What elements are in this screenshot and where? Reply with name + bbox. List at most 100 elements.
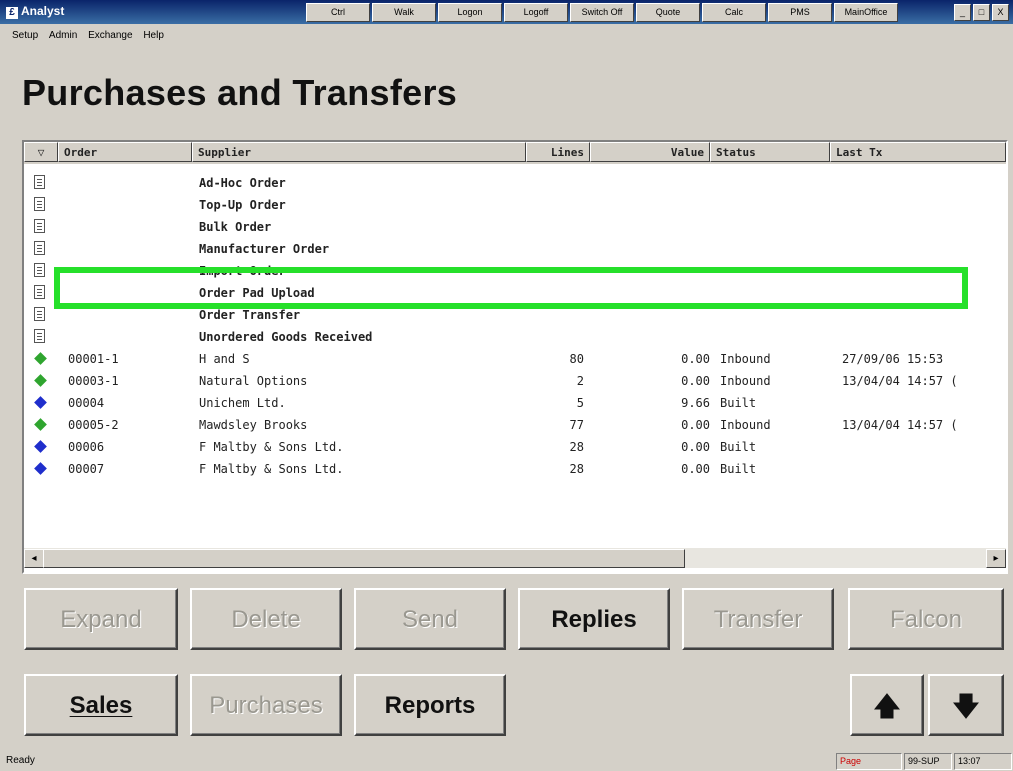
table-row[interactable]: 00007 F Maltby & Sons Ltd. 28 0.00 Built	[24, 458, 1006, 480]
restore-button[interactable]: □	[973, 4, 990, 21]
table-row[interactable]: 00006 F Maltby & Sons Ltd. 28 0.00 Built	[24, 436, 1006, 458]
menu-admin[interactable]: Admin	[49, 26, 77, 46]
quote-button[interactable]: Quote	[636, 3, 700, 22]
menu-help[interactable]: Help	[143, 26, 164, 46]
lines-cell: 28	[569, 440, 584, 454]
switch-off-button[interactable]: Switch Off	[570, 3, 634, 22]
header-order[interactable]: Order	[58, 142, 192, 162]
table-row[interactable]: 00004 Unichem Ltd. 5 9.66 Built	[24, 392, 1006, 414]
value-cell: 0.00	[681, 352, 710, 366]
delete-button[interactable]: Delete	[190, 588, 342, 650]
status-cell: Inbound	[720, 374, 771, 388]
header-status[interactable]: Status	[710, 142, 830, 162]
table-row[interactable]: 00005-2 Mawdsley Brooks 77 0.00 Inbound …	[24, 414, 1006, 436]
table-row[interactable]: 00003-1 Natural Options 2 0.00 Inbound 1…	[24, 370, 1006, 392]
value-cell: 0.00	[681, 462, 710, 476]
window-controls: _ □ X	[952, 4, 1009, 21]
page-title: Purchases and Transfers	[22, 72, 458, 113]
header-value[interactable]: Value	[590, 142, 710, 162]
status-cell: Inbound	[720, 418, 771, 432]
value-cell: 0.00	[681, 418, 710, 432]
supplier-cell: Bulk Order	[199, 220, 272, 234]
header-supplier[interactable]: Supplier	[192, 142, 526, 162]
value-cell: 0.00	[681, 440, 710, 454]
close-button[interactable]: X	[992, 4, 1009, 21]
table-row[interactable]: Ad-Hoc Order	[24, 172, 1006, 194]
mainoffice-button[interactable]: MainOffice	[834, 3, 898, 22]
supplier-cell: H and S	[199, 352, 250, 366]
expand-button[interactable]: Expand	[24, 588, 178, 650]
down-arrow-button[interactable]: 🡇	[928, 674, 1004, 736]
purchases-button[interactable]: Purchases	[190, 674, 342, 736]
scroll-right-button[interactable]: ▸	[986, 549, 1006, 568]
lines-cell: 28	[569, 462, 584, 476]
menu-setup[interactable]: Setup	[12, 26, 38, 46]
supplier-cell: F Maltby & Sons Ltd.	[199, 462, 344, 476]
up-arrow-button[interactable]: 🡅	[850, 674, 924, 736]
table-row-selected[interactable]: Order Pad Upload	[24, 282, 1006, 304]
minimize-button[interactable]: _	[954, 4, 971, 21]
app-title: £ Analyst	[6, 4, 64, 19]
app-icon: £	[6, 7, 18, 19]
built-status-icon	[34, 440, 47, 453]
table-row[interactable]: 00001-1 H and S 80 0.00 Inbound 27/09/06…	[24, 348, 1006, 370]
pms-button[interactable]: PMS	[768, 3, 832, 22]
calc-button[interactable]: Calc	[702, 3, 766, 22]
supplier-cell: Unichem Ltd.	[199, 396, 286, 410]
table-row[interactable]: Manufacturer Order	[24, 238, 1006, 260]
ctrl-button[interactable]: Ctrl	[306, 3, 370, 22]
inbound-status-icon	[34, 374, 47, 387]
menu-exchange[interactable]: Exchange	[88, 26, 132, 46]
logoff-button[interactable]: Logoff	[504, 3, 568, 22]
status-cell: Built	[720, 440, 757, 454]
built-status-icon	[34, 462, 47, 475]
replies-button[interactable]: Replies	[518, 588, 670, 650]
document-icon	[34, 307, 45, 321]
table-row[interactable]: Bulk Order	[24, 216, 1006, 238]
scroll-thumb[interactable]	[43, 549, 685, 568]
table-row[interactable]: Order Transfer	[24, 304, 1006, 326]
status-cell: Built	[720, 396, 757, 410]
reports-button[interactable]: Reports	[354, 674, 506, 736]
order-cell: 00006	[68, 440, 105, 454]
order-cell: 00007	[68, 462, 105, 476]
falcon-button[interactable]: Falcon	[848, 588, 1004, 650]
transfer-button[interactable]: Transfer	[682, 588, 834, 650]
supplier-cell: Unordered Goods Received	[199, 330, 373, 344]
value-cell: 0.00	[681, 374, 710, 388]
table-row[interactable]: Top-Up Order	[24, 194, 1006, 216]
table-row[interactable]: Unordered Goods Received	[24, 326, 1006, 348]
supplier-cell: F Maltby & Sons Ltd.	[199, 440, 344, 454]
send-button[interactable]: Send	[354, 588, 506, 650]
header-lines[interactable]: Lines	[526, 142, 590, 162]
scroll-left-button[interactable]: ◂	[24, 549, 44, 568]
walk-button[interactable]: Walk	[372, 3, 436, 22]
table-row[interactable]: Import Order	[24, 260, 1006, 282]
inbound-status-icon	[34, 352, 47, 365]
built-status-icon	[34, 396, 47, 409]
horizontal-scrollbar[interactable]: ◂ ▸	[24, 548, 1006, 568]
status-date: 99-SUP	[904, 753, 952, 770]
supplier-cell: Manufacturer Order	[199, 242, 330, 256]
last-tx-cell: 27/09/06 15:53	[842, 352, 944, 366]
status-cell: Inbound	[720, 352, 771, 366]
supplier-cell: Import Order	[199, 264, 286, 278]
lines-cell: 77	[569, 418, 584, 432]
order-cell: 00001-1	[68, 352, 119, 366]
last-tx-cell: 13/04/04 14:57 (	[842, 418, 958, 432]
last-tx-cell: 13/04/04 14:57 (	[842, 374, 958, 388]
filter-header[interactable]: ▽	[24, 142, 58, 162]
toolbar: Ctrl Walk Logon Logoff Switch Off Quote …	[306, 3, 900, 22]
document-icon	[34, 197, 45, 211]
order-cell: 00005-2	[68, 418, 119, 432]
logon-button[interactable]: Logon	[438, 3, 502, 22]
supplier-cell: Mawdsley Brooks	[199, 418, 308, 432]
supplier-cell: Top-Up Order	[199, 198, 286, 212]
status-page: Page	[836, 753, 902, 770]
sales-button[interactable]: Sales	[24, 674, 178, 736]
document-icon	[34, 241, 45, 255]
arrow-down-icon: 🡇	[952, 691, 980, 721]
document-icon	[34, 285, 45, 299]
header-last-tx[interactable]: Last Tx	[830, 142, 1006, 162]
supplier-cell: Order Pad Upload	[199, 286, 315, 300]
